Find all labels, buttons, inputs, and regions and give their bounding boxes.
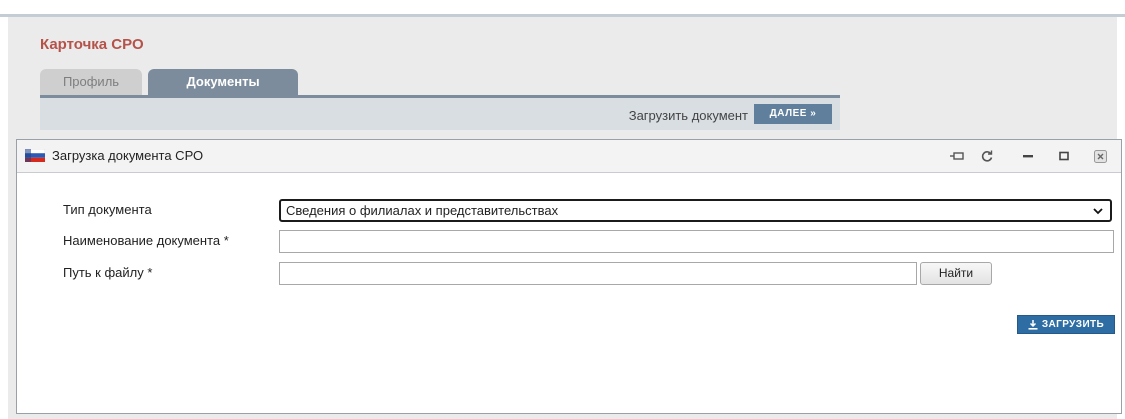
double-chevron-right-icon: »: [810, 108, 817, 119]
file-path-input[interactable]: [279, 262, 917, 285]
upload-document-dialog: Загрузка документа СРО Тип документа Све…: [16, 139, 1122, 414]
top-border: [0, 0, 1125, 17]
russian-flag-icon: [25, 149, 45, 162]
upload-button[interactable]: ЗАГРУЗИТЬ: [1017, 315, 1115, 334]
page-title: Карточка СРО: [40, 36, 144, 53]
next-button-label: ДАЛЕЕ: [769, 108, 807, 119]
maximize-icon[interactable]: [1056, 148, 1072, 164]
dialog-body: Тип документа Сведения о филиалах и пред…: [17, 173, 1121, 413]
doc-name-input[interactable]: [279, 230, 1114, 253]
tab-profile[interactable]: Профиль: [40, 69, 142, 95]
upload-icon: [1028, 319, 1038, 330]
doc-type-selected-value: Сведения о филиалах и представительствах: [286, 203, 559, 218]
tab-documents[interactable]: Документы: [148, 69, 298, 95]
documents-toolbar: Загрузить документ ДАЛЕЕ »: [40, 98, 840, 130]
minimize-icon[interactable]: [1020, 148, 1036, 164]
next-button[interactable]: ДАЛЕЕ »: [754, 104, 832, 124]
doc-name-label: Наименование документа *: [63, 233, 229, 248]
pin-icon[interactable]: [949, 148, 965, 164]
dialog-title: Загрузка документа СРО: [52, 148, 204, 163]
dialog-header[interactable]: Загрузка документа СРО: [17, 140, 1121, 173]
close-icon[interactable]: [1092, 148, 1108, 164]
refresh-icon[interactable]: [979, 148, 995, 164]
chevron-down-icon: [1093, 208, 1103, 215]
find-button[interactable]: Найти: [920, 262, 992, 285]
doc-type-label: Тип документа: [63, 202, 152, 217]
upload-button-label: ЗАГРУЗИТЬ: [1041, 319, 1105, 330]
upload-document-label: Загрузить документ: [628, 108, 748, 123]
doc-type-select[interactable]: Сведения о филиалах и представительствах: [279, 199, 1112, 222]
file-path-label: Путь к файлу *: [63, 265, 153, 280]
